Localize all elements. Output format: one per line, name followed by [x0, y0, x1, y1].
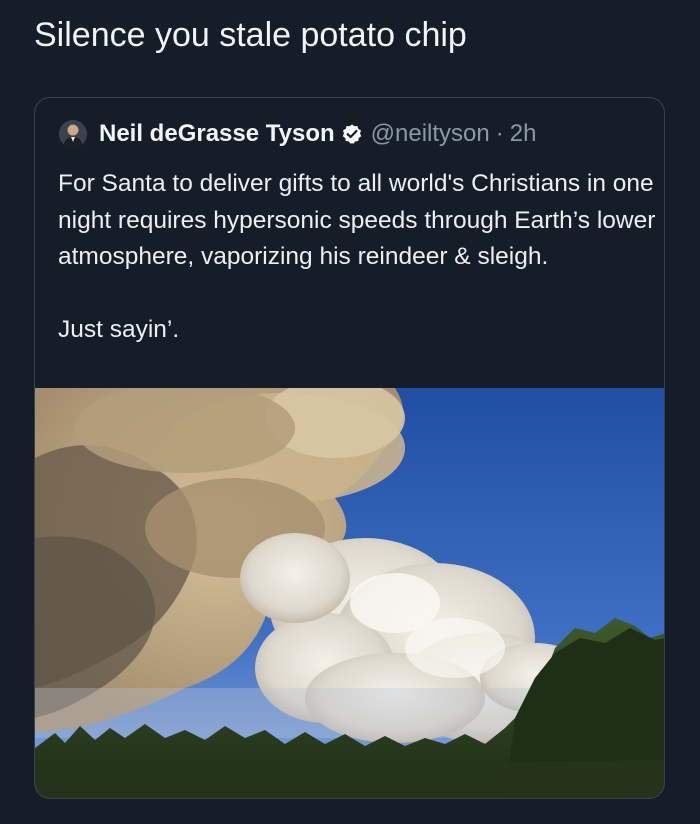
verified-badge-icon: [341, 123, 363, 145]
post-text: Silence you stale potato chip: [34, 16, 467, 54]
quoted-tweet-paragraph: For Santa to deliver gifts to all world'…: [58, 170, 656, 270]
smoke-plume-photo[interactable]: [35, 388, 664, 798]
quoted-tweet-card[interactable]: Neil deGrasse Tyson @neiltyson · 2h For …: [34, 97, 665, 799]
post-timestamp[interactable]: 2h: [510, 120, 537, 148]
quoted-tweet-text: For Santa to deliver gifts to all world'…: [58, 166, 658, 348]
author-handle[interactable]: @neiltyson: [371, 120, 490, 148]
author-name[interactable]: Neil deGrasse Tyson: [99, 120, 335, 148]
quoted-tweet-paragraph: Just sayin’.: [58, 315, 180, 343]
quoted-tweet-header: Neil deGrasse Tyson @neiltyson · 2h: [59, 120, 536, 148]
separator-dot: ·: [495, 120, 504, 147]
avatar[interactable]: [59, 120, 87, 148]
